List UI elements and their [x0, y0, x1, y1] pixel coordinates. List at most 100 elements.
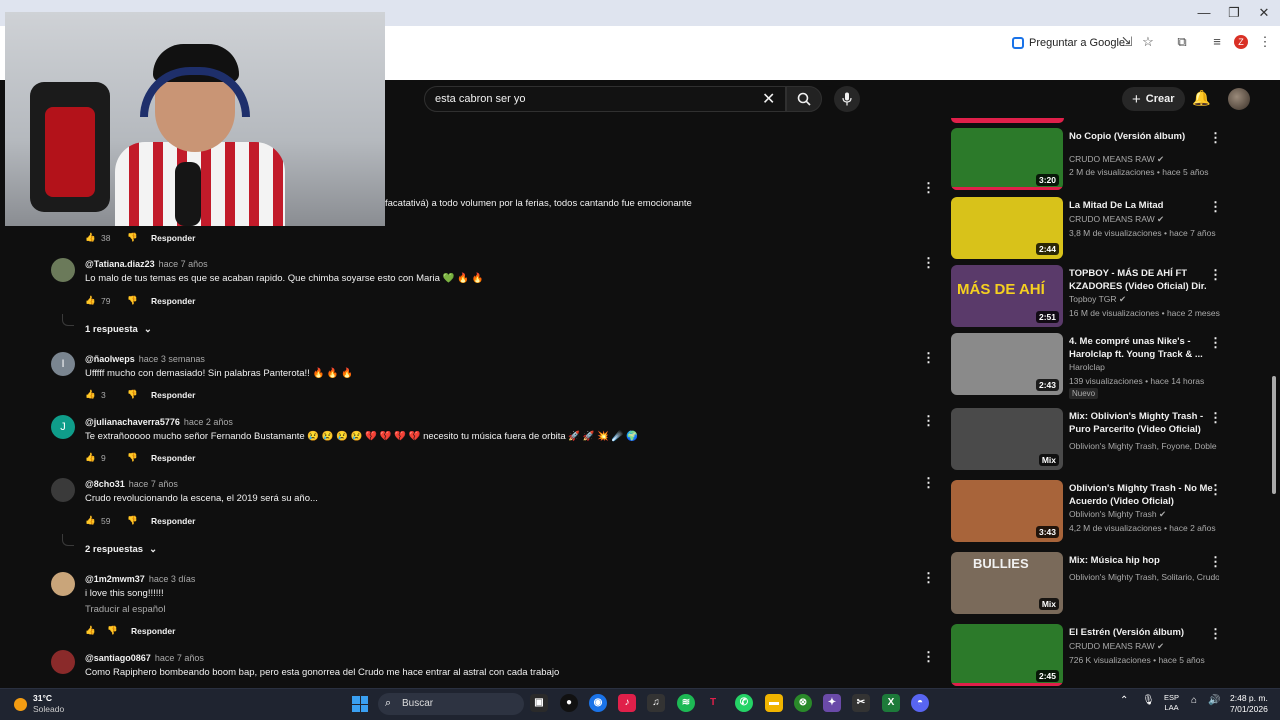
page-scrollbar[interactable] — [1272, 376, 1276, 494]
avatar[interactable] — [51, 478, 75, 502]
clear-search-icon[interactable]: ✕ — [762, 89, 775, 109]
like-icon[interactable]: 👍 — [85, 232, 99, 243]
comment-time[interactable]: hace 7 años — [159, 259, 208, 269]
video-menu-icon[interactable]: ⋮ — [1209, 267, 1221, 283]
obs-icon[interactable]: ● — [560, 694, 578, 712]
like-icon[interactable]: 👍 — [85, 295, 99, 306]
profile-avatar[interactable]: Z — [1234, 35, 1248, 49]
video-thumbnail[interactable]: 3:20 — [951, 128, 1063, 190]
comment-time[interactable]: hace 3 semanas — [139, 354, 205, 364]
task-view-icon[interactable]: ▣ — [530, 694, 548, 712]
dislike-icon[interactable]: 👎 — [127, 295, 147, 306]
video-menu-icon[interactable]: ⋮ — [1209, 554, 1221, 570]
like-icon[interactable]: 👍 — [85, 389, 99, 400]
avatar[interactable] — [51, 572, 75, 596]
start-button[interactable] — [352, 696, 368, 712]
avatar[interactable] — [51, 258, 75, 282]
dislike-icon[interactable]: 👎 — [127, 232, 147, 243]
avatar[interactable] — [51, 650, 75, 674]
video-thumbnail[interactable]: 2:45 — [951, 624, 1063, 686]
reply-button[interactable]: Responder — [151, 296, 195, 306]
language-indicator[interactable]: ESP LAA — [1164, 693, 1179, 713]
related-video[interactable]: Mix Mix: Oblivion's Mighty Trash - Puro … — [951, 408, 1221, 472]
dislike-icon[interactable]: 👎 — [127, 515, 147, 526]
avatar[interactable]: J — [51, 415, 75, 439]
ask-google-button[interactable]: Preguntar a Google — [1012, 34, 1125, 52]
comment-time[interactable]: hace 7 años — [129, 479, 178, 489]
video-thumbnail[interactable]: 3:43 — [951, 480, 1063, 542]
view-replies-button[interactable]: 1 respuesta ⌄ — [85, 324, 152, 335]
reply-button[interactable]: Responder — [151, 516, 195, 526]
close-window-button[interactable]: ✕ — [1254, 5, 1274, 21]
handle[interactable]: @1m2mwm37 — [85, 574, 145, 584]
comment-menu-icon[interactable]: ⋮ — [922, 413, 935, 429]
video-title[interactable]: Mix: Oblivion's Mighty Trash - Puro Parc… — [1069, 410, 1217, 436]
xbox-icon[interactable]: ⊗ — [794, 694, 812, 712]
whatsapp-icon[interactable]: ✆ — [735, 694, 753, 712]
comment-author[interactable]: @1m2mwm37 hace 3 días — [85, 574, 195, 584]
channel-name[interactable]: Harolclap — [1069, 362, 1219, 372]
video-title[interactable]: TOPBOY - MÁS DE AHÍ FT KZADORES (Video O… — [1069, 267, 1217, 294]
related-video[interactable]: 2:43 4. Me compré unas Nike's - Harolcla… — [951, 333, 1221, 399]
spotify-icon[interactable]: ≋ — [677, 694, 695, 712]
view-replies-button[interactable]: 2 respuestas ⌄ — [85, 544, 157, 555]
comment-menu-icon[interactable]: ⋮ — [922, 475, 935, 491]
like-icon[interactable]: 👍 — [85, 625, 99, 636]
comment-time[interactable]: hace 2 años — [184, 417, 233, 427]
bookmark-star-icon[interactable]: ☆ — [1139, 34, 1157, 50]
browser-menu-icon[interactable]: ⋮ — [1256, 34, 1274, 50]
search-input[interactable]: esta cabron ser yo — [424, 86, 786, 112]
video-menu-icon[interactable]: ⋮ — [1209, 482, 1221, 498]
avatar[interactable]: I — [51, 352, 75, 376]
video-title[interactable]: 4. Me compré unas Nike's - Harolclap ft.… — [1069, 335, 1217, 361]
channel-name[interactable]: CRUDO MEANS RAW ✔ — [1069, 641, 1219, 652]
comment-time[interactable]: hace 7 años — [155, 653, 204, 663]
video-title[interactable]: El Estrén (Versión álbum) — [1069, 626, 1217, 639]
video-thumbnail[interactable]: BULLIES Mix — [951, 552, 1063, 614]
taskbar-search[interactable]: ⌕ Buscar — [378, 693, 524, 715]
excel-icon[interactable]: X — [882, 694, 900, 712]
comment-author[interactable]: @santiago0867 hace 7 años — [85, 653, 204, 663]
media-controls-icon[interactable]: ≡ — [1208, 34, 1226, 49]
weather-widget[interactable]: 31°C Soleado — [14, 693, 64, 715]
comment-menu-icon[interactable]: ⋮ — [922, 180, 935, 196]
comment-menu-icon[interactable]: ⋮ — [922, 255, 935, 271]
related-video[interactable]: BULLIES Mix Mix: Música hip hop Oblivion'… — [951, 552, 1221, 616]
channel-name[interactable]: Oblivion's Mighty Trash, Solitario, Crud… — [1069, 572, 1219, 582]
extensions-icon[interactable]: ⧉ — [1173, 34, 1191, 50]
tiktok-icon[interactable]: ♪ — [618, 694, 636, 712]
dislike-icon[interactable]: 👎 — [107, 625, 127, 636]
tray-chevron-icon[interactable]: ⌃ — [1120, 695, 1128, 706]
restore-button[interactable]: ❐ — [1224, 5, 1244, 21]
text-app-icon[interactable]: T — [704, 694, 722, 712]
comment-author[interactable]: @8cho31 hace 7 años — [85, 479, 178, 489]
discord-icon[interactable]: ◓ — [911, 694, 929, 712]
channel-name[interactable]: Oblivion's Mighty Trash, Foyone, Doble P… — [1069, 441, 1219, 451]
system-clock[interactable]: 2:48 p. m. 7/01/2026 — [1230, 693, 1268, 715]
channel-name[interactable]: CRUDO MEANS RAW ✔ — [1069, 154, 1219, 165]
microphone-tray-icon[interactable]: 🎙 — [1142, 695, 1155, 706]
related-video[interactable]: 3:43 Oblivion's Mighty Trash - No Me Acu… — [951, 480, 1221, 544]
channel-name[interactable]: Topboy TGR ✔ — [1069, 294, 1219, 305]
channel-name[interactable]: CRUDO MEANS RAW ✔ — [1069, 214, 1219, 225]
volume-icon[interactable]: 🔊 — [1208, 695, 1220, 706]
handle[interactable]: @Tatiana.diaz23 — [85, 259, 155, 269]
video-menu-icon[interactable]: ⋮ — [1209, 199, 1221, 215]
reply-button[interactable]: Responder — [151, 233, 195, 243]
comment-author[interactable]: @julianachaverra5776 hace 2 años — [85, 417, 233, 427]
channel-label[interactable]: Oblivion's Mighty Trash — [1069, 509, 1157, 519]
comment-author[interactable]: @ñaolweps hace 3 semanas — [85, 354, 205, 364]
translate-link[interactable]: Traducir al español — [85, 604, 165, 615]
channel-label[interactable]: CRUDO MEANS RAW — [1069, 154, 1155, 164]
chrome-icon[interactable]: ◉ — [589, 694, 607, 712]
file-explorer-icon[interactable]: ▬ — [765, 694, 783, 712]
comment-menu-icon[interactable]: ⋮ — [922, 570, 935, 586]
related-video[interactable]: MÁS DE AHÍ 2:51 TOPBOY - MÁS DE AHÍ FT KZ… — [951, 265, 1221, 329]
reply-button[interactable]: Responder — [151, 390, 195, 400]
video-thumbnail[interactable]: MÁS DE AHÍ 2:51 — [951, 265, 1063, 327]
notifications-bell-icon[interactable]: 🔔 — [1192, 89, 1211, 107]
handle[interactable]: @santiago0867 — [85, 653, 151, 663]
install-app-icon[interactable]: ⇲ — [1118, 34, 1136, 50]
channel-name[interactable]: Oblivion's Mighty Trash ✔ — [1069, 509, 1219, 520]
dislike-icon[interactable]: 👎 — [127, 389, 147, 400]
